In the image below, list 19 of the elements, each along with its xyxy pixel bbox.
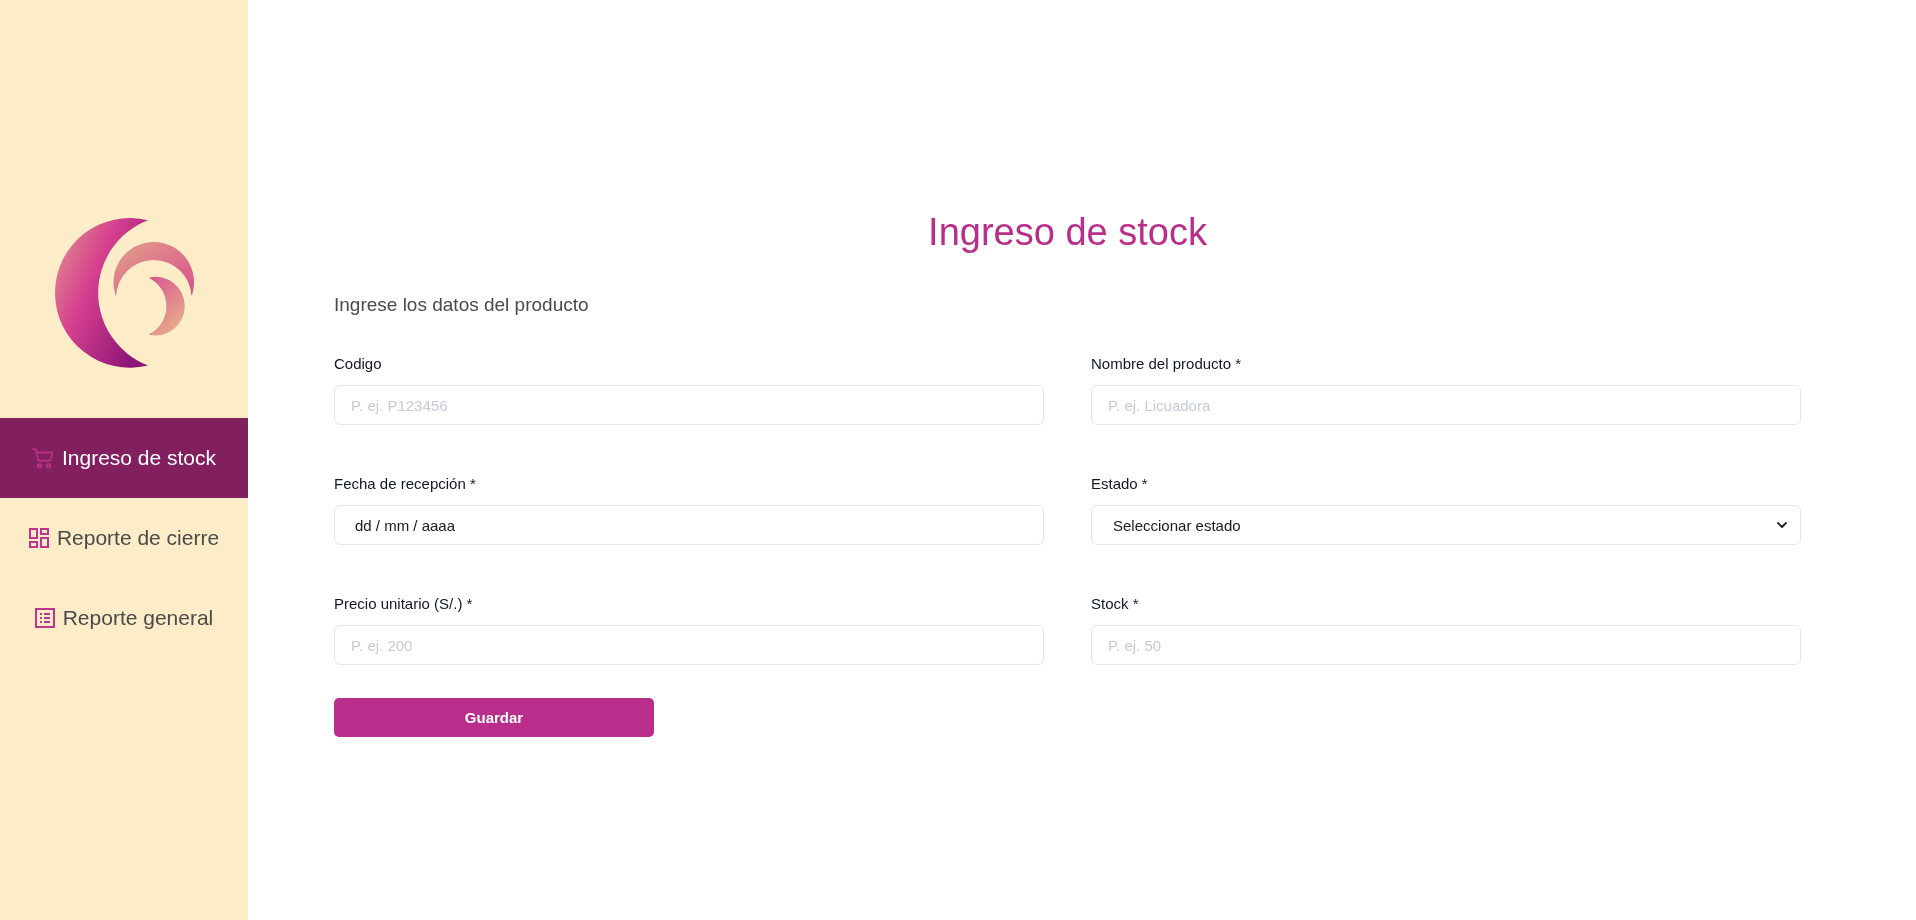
field-label: Fecha de recepción * — [334, 474, 477, 494]
form-subtitle: Ingrese los datos del producto — [334, 293, 590, 317]
field-label: Stock * — [1091, 594, 1140, 614]
field-label: Codigo — [334, 354, 383, 374]
chevron-down-icon — [1776, 521, 1788, 529]
field-label: Precio unitario (S/.) * — [334, 594, 474, 614]
sidebar-item[interactable]: Ingreso de stock — [0, 418, 248, 498]
sidebar-item[interactable]: Reporte de cierre — [0, 498, 248, 578]
cart-icon — [31, 447, 54, 469]
select-field[interactable]: Seleccionar estado — [1091, 505, 1801, 545]
field-label: Nombre del producto * — [1091, 354, 1243, 374]
field-label: Estado * — [1091, 474, 1149, 494]
save-button[interactable]: Guardar — [334, 698, 654, 737]
dashboard-icon — [28, 528, 49, 548]
sidebar-item[interactable]: Reporte general — [0, 578, 248, 658]
date-field[interactable]: dd / mm / aaaa — [334, 505, 1044, 545]
list-icon — [34, 608, 55, 628]
page-title: Ingreso de stock — [927, 210, 1208, 255]
logo-icon — [53, 217, 195, 370]
